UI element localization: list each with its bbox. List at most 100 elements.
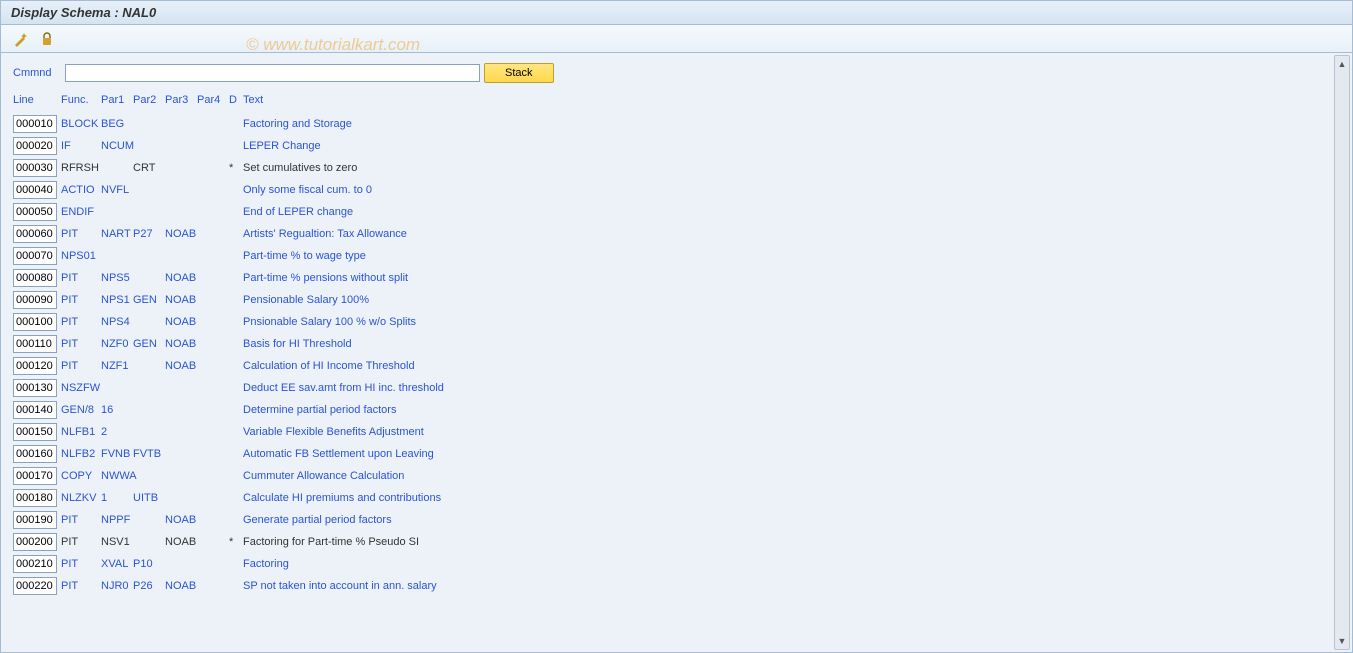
cell-text[interactable]: End of LEPER change (243, 206, 1340, 218)
cell-par1[interactable]: NPS1 (101, 294, 133, 306)
lock-icon[interactable] (37, 29, 57, 49)
cell-par2[interactable]: P26 (133, 580, 165, 592)
cell-par2[interactable]: FVTB (133, 448, 165, 460)
cell-par1[interactable]: XVAL (101, 558, 133, 570)
cell-par2[interactable]: GEN (133, 294, 165, 306)
cell-par1[interactable]: NART (101, 228, 133, 240)
cell-text[interactable]: Only some fiscal cum. to 0 (243, 184, 1340, 196)
cell-text[interactable]: Calculate HI premiums and contributions (243, 492, 1340, 504)
line-number-input[interactable] (13, 379, 57, 397)
cell-func[interactable]: PIT (61, 360, 101, 372)
command-input[interactable] (65, 64, 480, 82)
cell-text[interactable]: Pensionable Salary 100% (243, 294, 1340, 306)
line-number-input[interactable] (13, 533, 57, 551)
cell-func[interactable]: GEN/8 (61, 404, 101, 416)
cell-func[interactable]: BLOCK (61, 118, 101, 130)
cell-par1[interactable]: NPS4 (101, 316, 133, 328)
cell-par1[interactable]: NPPF (101, 514, 133, 526)
cell-par2[interactable]: UITB (133, 492, 165, 504)
cell-text[interactable]: Artists' Regualtion: Tax Allowance (243, 228, 1340, 240)
scroll-up-icon[interactable]: ▲ (1335, 56, 1349, 72)
cell-par1[interactable]: 2 (101, 426, 133, 438)
cell-par3[interactable]: NOAB (165, 338, 197, 350)
cell-text[interactable]: Deduct EE sav.amt from HI inc. threshold (243, 382, 1340, 394)
line-number-input[interactable] (13, 137, 57, 155)
line-number-input[interactable] (13, 577, 57, 595)
cell-text[interactable]: Part-time % to wage type (243, 250, 1340, 262)
line-number-input[interactable] (13, 247, 57, 265)
cell-par3[interactable]: NOAB (165, 580, 197, 592)
cell-par3[interactable]: NOAB (165, 272, 197, 284)
cell-text[interactable]: SP not taken into account in ann. salary (243, 580, 1340, 592)
vertical-scrollbar[interactable]: ▲ ▼ (1334, 55, 1350, 650)
cell-par1[interactable]: NZF1 (101, 360, 133, 372)
cell-func[interactable]: PIT (61, 558, 101, 570)
cell-par1[interactable]: NJR0 (101, 580, 133, 592)
scroll-down-icon[interactable]: ▼ (1335, 633, 1349, 649)
line-number-input[interactable] (13, 291, 57, 309)
cell-par2[interactable]: GEN (133, 338, 165, 350)
line-number-input[interactable] (13, 203, 57, 221)
stack-button[interactable]: Stack (484, 63, 554, 83)
cell-par3[interactable]: NOAB (165, 316, 197, 328)
cell-par1[interactable]: 16 (101, 404, 133, 416)
cell-func[interactable]: PIT (61, 514, 101, 526)
line-number-input[interactable] (13, 335, 57, 353)
cell-par1[interactable]: NVFL (101, 184, 133, 196)
cell-par1[interactable]: BEG (101, 118, 133, 130)
cell-func[interactable]: PIT (61, 272, 101, 284)
cell-func[interactable]: NSZFW (61, 382, 101, 394)
line-number-input[interactable] (13, 423, 57, 441)
cell-par3[interactable]: NOAB (165, 294, 197, 306)
cell-text[interactable]: LEPER Change (243, 140, 1340, 152)
line-number-input[interactable] (13, 115, 57, 133)
cell-func[interactable]: PIT (61, 294, 101, 306)
cell-par3[interactable]: NOAB (165, 228, 197, 240)
cell-par3[interactable]: NOAB (165, 514, 197, 526)
wand-icon[interactable] (11, 29, 31, 49)
cell-par1[interactable]: NPS5 (101, 272, 133, 284)
line-number-input[interactable] (13, 159, 57, 177)
cell-text[interactable]: Factoring and Storage (243, 118, 1340, 130)
cell-par2[interactable]: P27 (133, 228, 165, 240)
cell-text[interactable]: Pnsionable Salary 100 % w/o Splits (243, 316, 1340, 328)
line-number-input[interactable] (13, 313, 57, 331)
cell-par1[interactable]: NWWA (101, 470, 133, 482)
cell-par1[interactable]: 1 (101, 492, 133, 504)
cell-func[interactable]: NLFB2 (61, 448, 101, 460)
cell-text[interactable]: Basis for HI Threshold (243, 338, 1340, 350)
line-number-input[interactable] (13, 225, 57, 243)
cell-text[interactable]: Generate partial period factors (243, 514, 1340, 526)
cell-func[interactable]: NLZKV (61, 492, 101, 504)
line-number-input[interactable] (13, 555, 57, 573)
line-number-input[interactable] (13, 401, 57, 419)
cell-text[interactable]: Determine partial period factors (243, 404, 1340, 416)
cell-func[interactable]: COPY (61, 470, 101, 482)
line-number-input[interactable] (13, 445, 57, 463)
line-number-input[interactable] (13, 181, 57, 199)
cell-par2[interactable]: P10 (133, 558, 165, 570)
line-number-input[interactable] (13, 489, 57, 507)
cell-func[interactable]: NLFB1 (61, 426, 101, 438)
cell-text[interactable]: Automatic FB Settlement upon Leaving (243, 448, 1340, 460)
line-number-input[interactable] (13, 269, 57, 287)
cell-func[interactable]: PIT (61, 316, 101, 328)
cell-func[interactable]: IF (61, 140, 101, 152)
line-number-input[interactable] (13, 357, 57, 375)
cell-func[interactable]: PIT (61, 338, 101, 350)
cell-text[interactable]: Variable Flexible Benefits Adjustment (243, 426, 1340, 438)
cell-text[interactable]: Calculation of HI Income Threshold (243, 360, 1340, 372)
cell-par1[interactable]: FVNB (101, 448, 133, 460)
cell-func[interactable]: ACTIO (61, 184, 101, 196)
cell-par1[interactable]: NZF0 (101, 338, 133, 350)
cell-par1[interactable]: NCUM (101, 140, 133, 152)
cell-func[interactable]: ENDIF (61, 206, 101, 218)
cell-text[interactable]: Cummuter Allowance Calculation (243, 470, 1340, 482)
line-number-input[interactable] (13, 467, 57, 485)
cell-text[interactable]: Factoring (243, 558, 1340, 570)
cell-func[interactable]: PIT (61, 580, 101, 592)
cell-func[interactable]: NPS01 (61, 250, 101, 262)
line-number-input[interactable] (13, 511, 57, 529)
cell-text[interactable]: Part-time % pensions without split (243, 272, 1340, 284)
cell-func[interactable]: PIT (61, 228, 101, 240)
